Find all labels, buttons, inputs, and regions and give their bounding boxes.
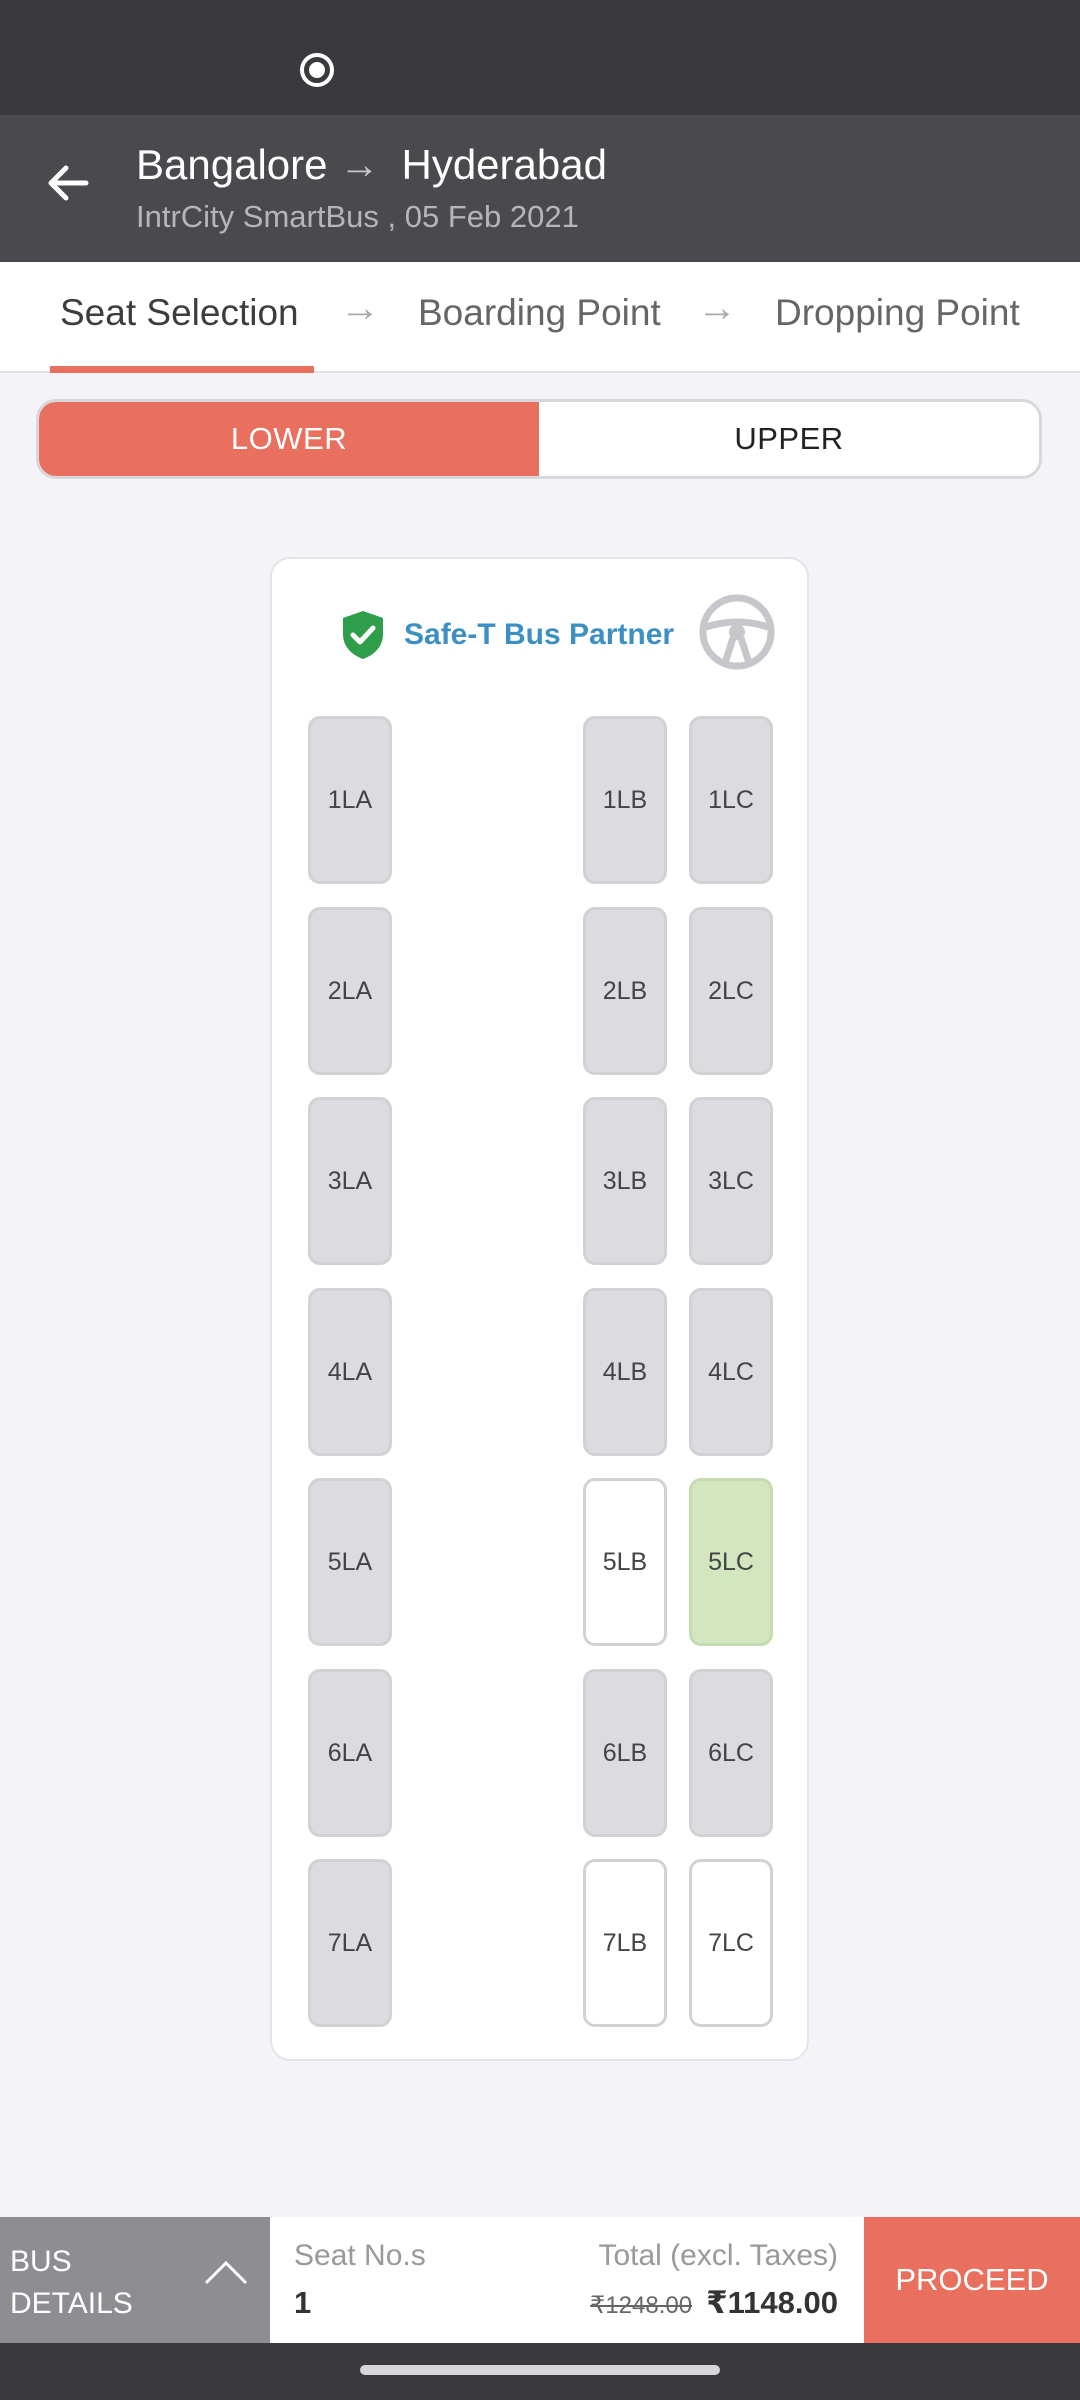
seat-3la: 3LA bbox=[308, 1097, 392, 1265]
seat-1lc: 1LC bbox=[689, 716, 773, 884]
discounted-price: ₹1148.00 bbox=[706, 2285, 838, 2320]
route-title: Bangalore → Hyderabad bbox=[136, 141, 607, 189]
fare-summary: Seat No.s 1 Total (excl. Taxes) ₹1248.00… bbox=[270, 2217, 864, 2343]
step-boarding-point[interactable]: Boarding Point bbox=[418, 292, 661, 334]
deck-toggle: LOWER UPPER bbox=[36, 399, 1042, 479]
bus-details-button[interactable]: BUS DETAILS bbox=[0, 2217, 270, 2343]
app-header: Bangalore → Hyderabad IntrCity SmartBus … bbox=[0, 115, 1080, 262]
seat-7lc[interactable]: 7LC bbox=[689, 1859, 773, 2027]
route-arrow-icon: → bbox=[339, 142, 380, 187]
active-step-indicator bbox=[50, 366, 314, 373]
seat-3lb: 3LB bbox=[583, 1097, 667, 1265]
seat-6lb: 6LB bbox=[583, 1669, 667, 1837]
step-arrow-icon: → bbox=[697, 286, 737, 330]
partner-label: Safe-T Bus Partner bbox=[404, 618, 675, 651]
step-arrow-icon: → bbox=[340, 286, 380, 330]
seat-5lc[interactable]: 5LC bbox=[689, 1478, 773, 1646]
upper-deck-tab[interactable]: UPPER bbox=[539, 402, 1039, 476]
seat-numbers-value: 1 bbox=[294, 2285, 312, 2320]
seat-5la: 5LA bbox=[308, 1478, 392, 1646]
home-indicator[interactable] bbox=[360, 2365, 720, 2375]
seat-4lc: 4LC bbox=[689, 1288, 773, 1456]
seat-2la: 2LA bbox=[308, 907, 392, 1075]
seat-5lb[interactable]: 5LB bbox=[583, 1478, 667, 1646]
destination-city: Hyderabad bbox=[401, 141, 607, 188]
bus-details-label: BUS DETAILS bbox=[10, 2245, 133, 2320]
seat-1lb: 1LB bbox=[583, 716, 667, 884]
seat-4lb: 4LB bbox=[583, 1288, 667, 1456]
back-arrow-icon[interactable] bbox=[40, 155, 96, 211]
lower-deck-tab[interactable]: LOWER bbox=[39, 402, 539, 476]
seat-numbers-label: Seat No.s bbox=[294, 2239, 426, 2272]
bus-operator-date: IntrCity SmartBus , 05 Feb 2021 bbox=[136, 199, 579, 234]
step-dropping-point[interactable]: Dropping Point bbox=[775, 292, 1020, 334]
record-indicator-icon bbox=[300, 53, 334, 87]
status-bar bbox=[0, 0, 1080, 115]
seat-2lc: 2LC bbox=[689, 907, 773, 1075]
steering-wheel-icon bbox=[699, 594, 775, 670]
shield-check-icon bbox=[343, 611, 383, 659]
price-row: ₹1248.00 ₹1148.00 bbox=[590, 2285, 838, 2321]
step-seat-selection[interactable]: Seat Selection bbox=[60, 292, 299, 334]
seat-7lb[interactable]: 7LB bbox=[583, 1859, 667, 2027]
seat-4la: 4LA bbox=[308, 1288, 392, 1456]
seat-map: Safe-T Bus Partner 1LA 1LB 1LC 2LA 2LB 2LC 3LA… bbox=[270, 557, 809, 2061]
seat-3lc: 3LC bbox=[689, 1097, 773, 1265]
seat-6lc: 6LC bbox=[689, 1669, 773, 1837]
safe-partner-badge: Safe-T Bus Partner bbox=[340, 609, 674, 661]
chevron-up-icon bbox=[204, 2260, 248, 2285]
proceed-button[interactable]: PROCEED bbox=[864, 2217, 1080, 2343]
total-label: Total (excl. Taxes) bbox=[598, 2239, 838, 2272]
bottom-action-bar: BUS DETAILS Seat No.s 1 Total (excl. Tax… bbox=[0, 2217, 1080, 2343]
booking-steps: Seat Selection → Boarding Point → Droppi… bbox=[0, 262, 1080, 373]
seat-1la: 1LA bbox=[308, 716, 392, 884]
origin-city: Bangalore bbox=[136, 141, 328, 188]
original-price: ₹1248.00 bbox=[590, 2292, 693, 2319]
system-nav-bar bbox=[0, 2343, 1080, 2400]
seat-7la: 7LA bbox=[308, 1859, 392, 2027]
seat-6la: 6LA bbox=[308, 1669, 392, 1837]
seat-2lb: 2LB bbox=[583, 907, 667, 1075]
